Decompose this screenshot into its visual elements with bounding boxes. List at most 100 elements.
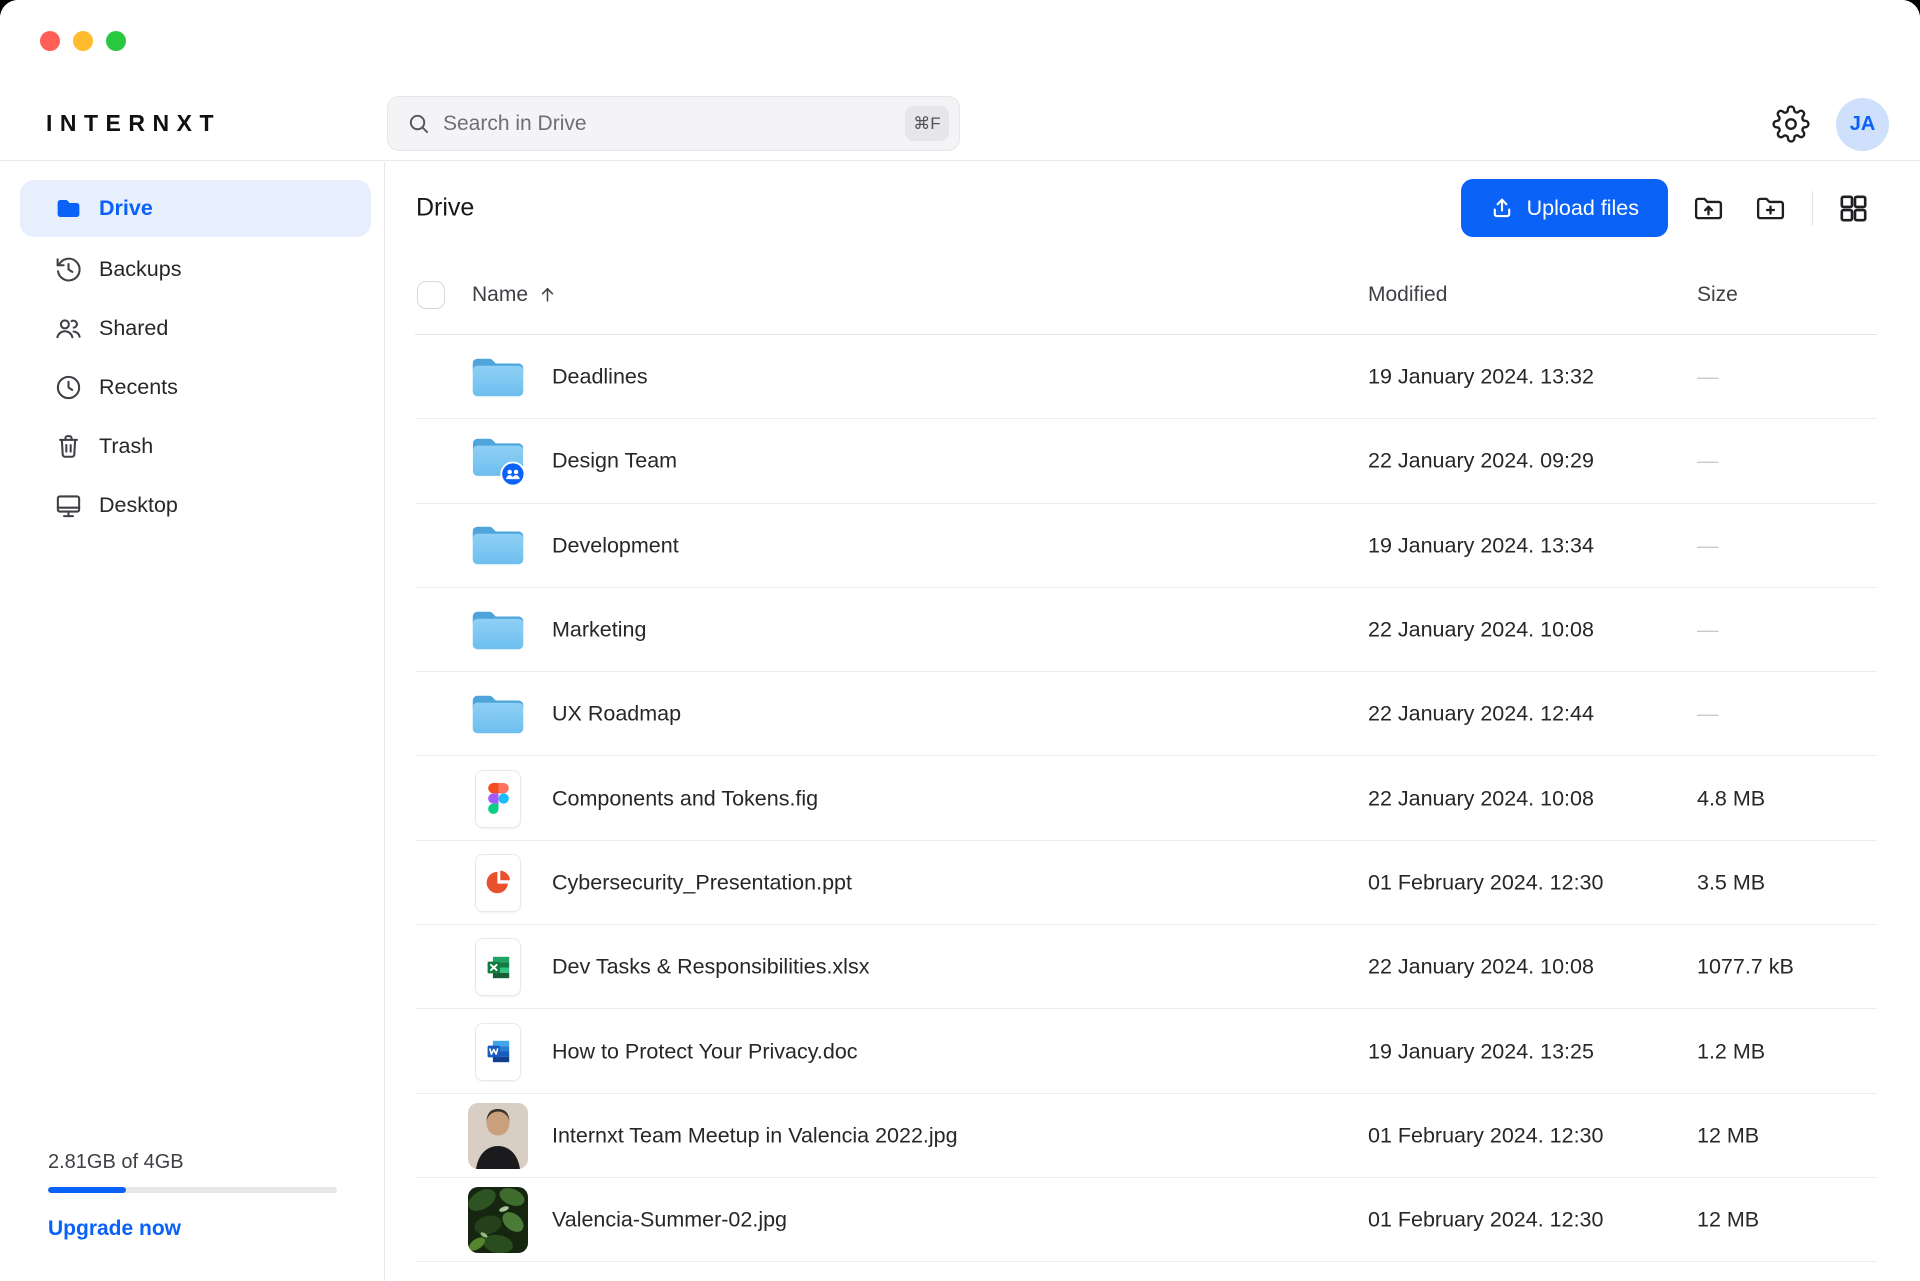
drive-title-bar: Drive Upload files xyxy=(386,162,1920,254)
people-icon xyxy=(53,314,83,344)
file-name: Deadlines xyxy=(552,365,648,390)
sort-ascending-icon xyxy=(538,285,557,304)
table-row[interactable]: UX Roadmap 22 January 2024. 12:44 — xyxy=(386,672,1920,756)
table-row[interactable]: Components and Tokens.fig 22 January 202… xyxy=(386,756,1920,840)
table-row[interactable]: Deadlines 19 January 2024. 13:32 — xyxy=(386,335,1920,419)
sidebar-item-label: Recents xyxy=(99,375,178,400)
file-size: — xyxy=(1697,618,1719,643)
search-shortcut-badge: ⌘F xyxy=(905,106,949,141)
file-size: 12 MB xyxy=(1697,1123,1759,1148)
table-row[interactable]: Dev Tasks & Responsibilities.xlsx 22 Jan… xyxy=(386,925,1920,1009)
file-name: Development xyxy=(552,533,679,558)
sidebar-item-desktop[interactable]: Desktop xyxy=(20,476,371,535)
file-size: 1.2 MB xyxy=(1697,1039,1765,1064)
upload-files-label: Upload files xyxy=(1527,196,1639,221)
file-size: 4.8 MB xyxy=(1697,786,1765,811)
sidebar: Drive Backups Shared Recents xyxy=(0,162,385,1281)
file-name: Cybersecurity_Presentation.ppt xyxy=(552,870,852,895)
photo-person-icon xyxy=(467,1094,529,1178)
file-modified-date: 19 January 2024. 13:34 xyxy=(1368,533,1594,558)
table-row[interactable]: Internxt Team Meetup in Valencia 2022.jp… xyxy=(386,1094,1920,1178)
file-modified-date: 01 February 2024. 12:30 xyxy=(1368,1208,1603,1233)
storage-progress-fill xyxy=(48,1187,126,1193)
table-row[interactable]: Design Team 22 January 2024. 09:29 — xyxy=(386,419,1920,503)
column-header-name[interactable]: Name xyxy=(472,283,557,307)
storage-meter: 2.81GB of 4GB Upgrade now xyxy=(48,1151,337,1241)
toolbar-actions: Upload files xyxy=(1461,179,1875,237)
file-name: Valencia-Summer-02.jpg xyxy=(552,1208,787,1233)
minimize-window-button[interactable] xyxy=(73,31,93,51)
trash-icon xyxy=(53,432,83,462)
sidebar-item-drive[interactable]: Drive xyxy=(20,180,371,237)
storage-usage-text: 2.81GB of 4GB xyxy=(48,1151,337,1174)
folder-icon xyxy=(467,504,529,588)
internxt-logo: INTERNXT xyxy=(46,110,221,137)
upgrade-now-link[interactable]: Upgrade now xyxy=(48,1217,181,1241)
column-header-size[interactable]: Size xyxy=(1697,283,1738,307)
search-icon xyxy=(407,112,430,135)
file-modified-date: 22 January 2024. 09:29 xyxy=(1368,449,1594,474)
upload-folder-button[interactable] xyxy=(1686,186,1730,230)
search-bar[interactable]: ⌘F xyxy=(387,96,960,151)
page-title: Drive xyxy=(416,194,474,223)
file-modified-date: 22 January 2024. 12:44 xyxy=(1368,702,1594,727)
sidebar-item-trash[interactable]: Trash xyxy=(20,417,371,476)
table-row[interactable]: Cybersecurity_Presentation.ppt 01 Februa… xyxy=(386,841,1920,925)
window-controls xyxy=(40,31,126,51)
folder-shared-icon xyxy=(467,419,529,503)
file-modified-date: 22 January 2024. 10:08 xyxy=(1368,786,1594,811)
sidebar-item-backups[interactable]: Backups xyxy=(20,240,371,299)
backup-history-icon xyxy=(53,255,83,285)
sidebar-item-label: Backups xyxy=(99,257,181,282)
table-row[interactable]: Development 19 January 2024. 13:34 — xyxy=(386,504,1920,588)
file-size: 1077.7 kB xyxy=(1697,955,1794,980)
figma-file-icon xyxy=(467,756,529,840)
file-name: UX Roadmap xyxy=(552,702,681,727)
sidebar-item-label: Shared xyxy=(99,316,168,341)
search-input[interactable] xyxy=(443,112,905,136)
folder-icon xyxy=(467,672,529,756)
file-size: — xyxy=(1697,449,1719,474)
column-header-modified[interactable]: Modified xyxy=(1368,283,1447,307)
sidebar-item-label: Trash xyxy=(99,434,153,459)
table-row[interactable]: Marketing 22 January 2024. 10:08 — xyxy=(386,588,1920,672)
sidebar-nav: Drive Backups Shared Recents xyxy=(0,162,384,535)
sidebar-item-recents[interactable]: Recents xyxy=(20,358,371,417)
file-size: — xyxy=(1697,365,1719,390)
gear-icon xyxy=(1772,105,1810,143)
sidebar-item-shared[interactable]: Shared xyxy=(20,299,371,358)
table-header: Name Modified Size xyxy=(386,254,1920,335)
monitor-icon xyxy=(53,491,83,521)
top-bar: INTERNXT ⌘F JA xyxy=(0,0,1920,161)
folder-upload-icon xyxy=(1692,192,1725,225)
avatar[interactable]: JA xyxy=(1836,98,1889,151)
powerpoint-file-icon xyxy=(467,841,529,925)
close-window-button[interactable] xyxy=(40,31,60,51)
main-panel: Drive Upload files xyxy=(386,162,1920,1281)
file-size: 3.5 MB xyxy=(1697,870,1765,895)
zoom-window-button[interactable] xyxy=(106,31,126,51)
file-name: Internxt Team Meetup in Valencia 2022.jp… xyxy=(552,1123,958,1148)
folder-plus-icon xyxy=(1754,192,1787,225)
sidebar-item-label: Desktop xyxy=(99,493,178,518)
upload-files-button[interactable]: Upload files xyxy=(1461,179,1668,237)
file-size: 12 MB xyxy=(1697,1208,1759,1233)
new-folder-button[interactable] xyxy=(1748,186,1792,230)
grid-view-button[interactable] xyxy=(1831,186,1875,230)
file-modified-date: 01 February 2024. 12:30 xyxy=(1368,870,1603,895)
settings-button[interactable] xyxy=(1768,101,1814,147)
file-name: Components and Tokens.fig xyxy=(552,786,818,811)
folder-icon xyxy=(53,194,83,224)
folder-icon xyxy=(467,335,529,419)
file-modified-date: 19 January 2024. 13:32 xyxy=(1368,365,1594,390)
select-all-checkbox[interactable] xyxy=(417,281,445,309)
file-name: Marketing xyxy=(552,618,646,643)
table-row[interactable]: How to Protect Your Privacy.doc 19 Janua… xyxy=(386,1009,1920,1093)
app-window: INTERNXT ⌘F JA Drive Backups xyxy=(0,0,1920,1281)
file-size: — xyxy=(1697,702,1719,727)
toolbar-divider xyxy=(1812,191,1813,226)
table-row[interactable]: Valencia-Summer-02.jpg 01 February 2024.… xyxy=(386,1178,1920,1262)
sidebar-item-label: Drive xyxy=(99,196,153,221)
upload-icon xyxy=(1490,196,1514,220)
file-size: — xyxy=(1697,533,1719,558)
